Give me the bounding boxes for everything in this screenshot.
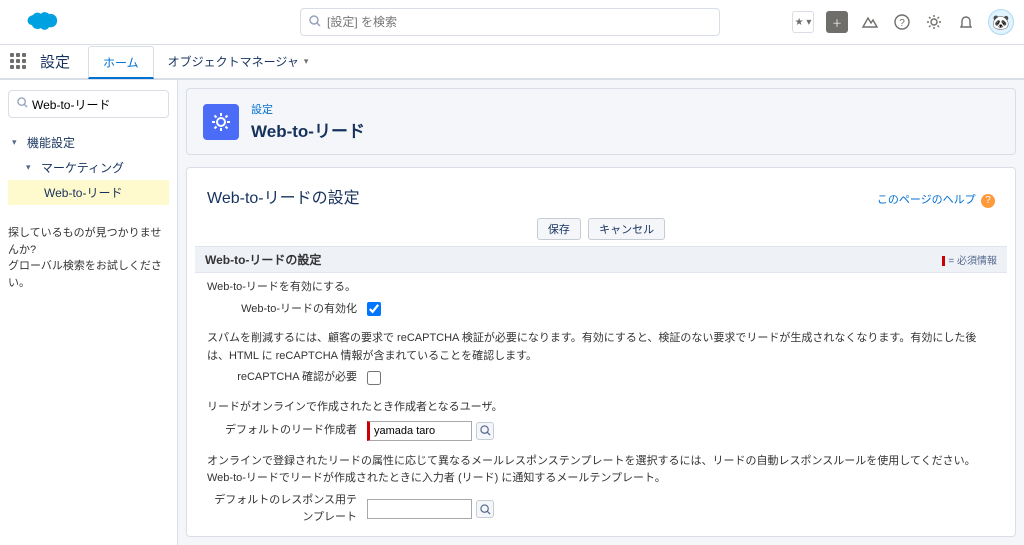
salesforce-logo[interactable] [20,8,60,36]
notifications-icon[interactable] [956,12,976,32]
settings-panel: Web-to-リードの設定 このページのヘルプ ? 保存 キャンセル Web-t… [186,167,1016,537]
header-actions: ★ ▾ ＋ ? 🐼 [792,9,1014,35]
tab-home[interactable]: ホーム [88,46,154,79]
breadcrumb[interactable]: 設定 [251,101,365,117]
setup-gear-icon[interactable] [924,12,944,32]
tab-object-manager[interactable]: オブジェクトマネージャ▾ [154,45,323,78]
tree-marketing[interactable]: ▾マーケティング [8,155,169,180]
trailhead-icon[interactable] [860,12,880,32]
svg-text:?: ? [899,18,905,29]
enable-checkbox[interactable] [367,302,381,316]
template-label: デフォルトのレスポンス用テンプレート [207,492,367,527]
help-icon: ? [981,194,995,208]
search-icon [17,97,28,111]
enable-label: Web-to-リードの有効化 [207,301,367,319]
save-button[interactable]: 保存 [537,218,581,240]
default-lead-creator-input[interactable] [367,421,472,441]
chevron-down-icon: ▾ [26,162,38,173]
app-name: 設定 [40,51,70,72]
gear-icon [203,104,239,140]
context-bar: 設定 ホーム オブジェクトマネージャ▾ [0,45,1024,80]
section-header: Web-to-リードの設定 = 必須情報 [195,246,1007,273]
recaptcha-checkbox[interactable] [367,371,381,385]
recaptcha-label: reCAPTCHA 確認が必要 [207,369,367,387]
tree-web-to-lead[interactable]: Web-to-リード [8,180,169,205]
global-search[interactable] [300,8,720,36]
creator-description: リードがオンラインで作成されたとき作成者となるユーザ。 [207,399,995,417]
user-avatar[interactable]: 🐼 [988,9,1014,35]
lookup-icon[interactable] [476,500,494,518]
sidebar-help-text: 探しているものが見つかりませんか? グローバル検索をお試しください。 [8,225,169,291]
lookup-icon[interactable] [476,422,494,440]
template-description: オンラインで登録されたリードの属性に応じて異なるメールレスポンステンプレートを選… [207,453,995,488]
setup-sidebar: ▾機能設定 ▾マーケティング Web-to-リード 探しているものが見つかりませ… [0,80,178,545]
chevron-down-icon: ▾ [304,56,309,67]
cancel-button[interactable]: キャンセル [588,218,665,240]
help-icon[interactable]: ? [892,12,912,32]
enable-description: Web-to-リードを有効にする。 [207,279,995,297]
global-header: ★ ▾ ＋ ? 🐼 [0,0,1024,45]
add-button[interactable]: ＋ [826,11,848,33]
tree-feature-settings[interactable]: ▾機能設定 [8,130,169,155]
page-title: Web-to-リード [251,117,365,142]
chevron-down-icon: ▾ [12,137,24,148]
page-help-link[interactable]: このページのヘルプ ? [877,191,995,208]
panel-heading: Web-to-リードの設定 [207,184,360,208]
favorites-button[interactable]: ★ ▾ [792,11,814,33]
default-response-template-input[interactable] [367,499,472,519]
search-icon [309,15,321,30]
sidebar-search[interactable] [8,90,169,118]
creator-label: デフォルトのリード作成者 [207,422,367,440]
global-search-input[interactable] [327,15,711,29]
sidebar-search-input[interactable] [32,97,160,111]
app-launcher-icon[interactable] [10,53,28,71]
content-area: 設定 Web-to-リード Web-to-リードの設定 このページのヘルプ ? … [178,80,1024,545]
recaptcha-description: スパムを削減するには、顧客の要求で reCAPTCHA 検証が必要になります。有… [207,330,995,365]
page-header: 設定 Web-to-リード [186,88,1016,155]
